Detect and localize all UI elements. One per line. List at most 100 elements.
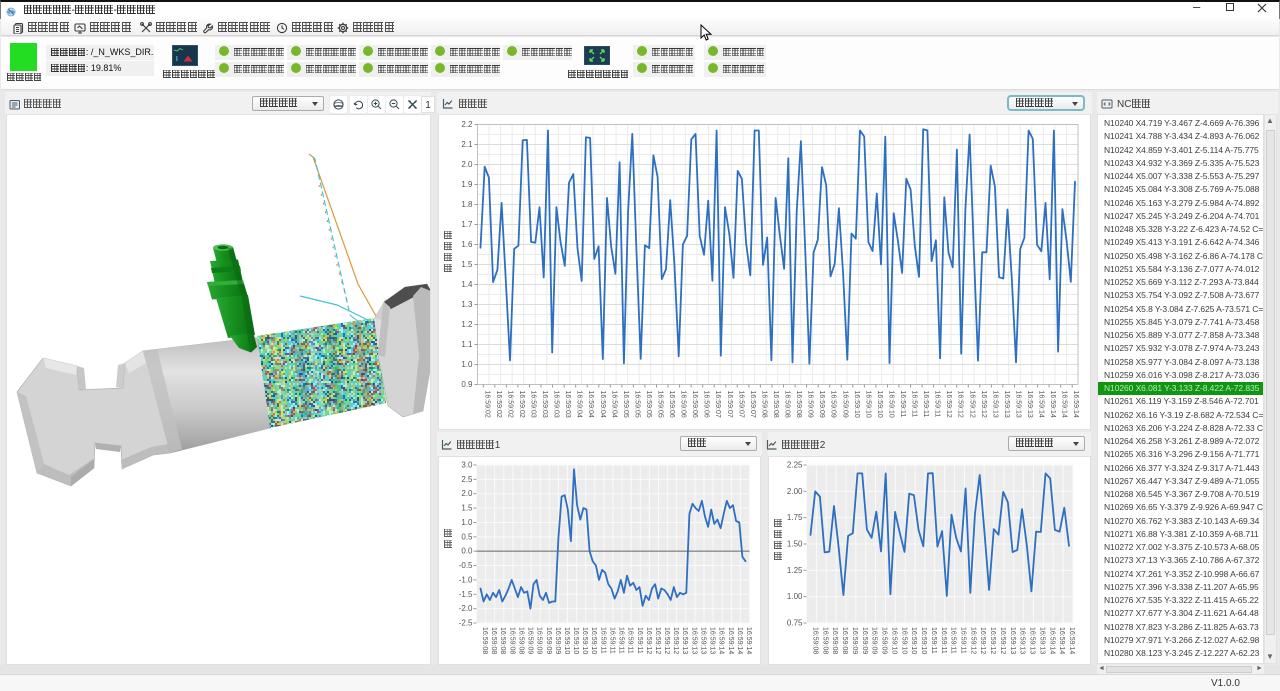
svg-text:0.75: 0.75 (787, 619, 803, 628)
svg-text:16:59:12: 16:59:12 (672, 627, 679, 654)
svg-text:16:59:07: 16:59:07 (714, 391, 721, 418)
svg-text:16:59:06: 16:59:06 (680, 391, 687, 418)
svg-text:16:59:08: 16:59:08 (772, 391, 779, 418)
svg-text:16:59:10: 16:59:10 (563, 627, 570, 654)
svg-text:16:59:14: 16:59:14 (718, 627, 725, 654)
svg-text:16:59:05: 16:59:05 (633, 391, 640, 418)
svg-text:16:59:13: 16:59:13 (1009, 627, 1016, 654)
svg-text:-0.5: -0.5 (459, 561, 473, 570)
svg-text:16:59:10: 16:59:10 (910, 627, 917, 654)
svg-text:-1.5: -1.5 (459, 590, 473, 599)
svg-text:16:59:11: 16:59:11 (911, 391, 918, 418)
svg-text:16:59:13: 16:59:13 (690, 627, 697, 654)
svg-text:1.2: 1.2 (461, 320, 473, 329)
svg-text:1.1: 1.1 (461, 340, 473, 349)
svg-text:16:59:08: 16:59:08 (508, 627, 515, 654)
svg-text:16:59:12: 16:59:12 (663, 627, 670, 654)
svg-text:16:59:12: 16:59:12 (979, 627, 986, 654)
svg-text:16:59:10: 16:59:10 (900, 627, 907, 654)
svg-text:16:59:13: 16:59:13 (991, 391, 998, 418)
svg-text:16:59:14: 16:59:14 (1068, 627, 1075, 654)
svg-text:16:59:12: 16:59:12 (957, 391, 964, 418)
svg-text:16:59:11: 16:59:11 (950, 627, 957, 654)
svg-text:-2.5: -2.5 (459, 619, 473, 628)
svg-text:2.5: 2.5 (461, 475, 473, 484)
svg-text:16:59:11: 16:59:11 (930, 627, 937, 654)
svg-text:16:59:09: 16:59:09 (545, 627, 552, 654)
svg-text:1.0: 1.0 (461, 518, 473, 527)
svg-text:1.9: 1.9 (461, 180, 473, 189)
svg-text:1.5: 1.5 (461, 504, 473, 513)
svg-text:16:59:02: 16:59:02 (495, 391, 502, 418)
svg-text:1.75: 1.75 (787, 513, 803, 522)
svg-text:16:59:02: 16:59:02 (506, 391, 513, 418)
svg-text:2.0: 2.0 (461, 160, 473, 169)
svg-text:1.6: 1.6 (461, 240, 473, 249)
svg-text:1.8: 1.8 (461, 200, 473, 209)
svg-text:16:59:12: 16:59:12 (968, 391, 975, 418)
svg-text:16:59:11: 16:59:11 (940, 627, 947, 654)
svg-text:16:59:14: 16:59:14 (1049, 391, 1056, 418)
svg-text:16:59:07: 16:59:07 (726, 391, 733, 418)
svg-text:16:59:10: 16:59:10 (590, 627, 597, 654)
svg-text:16:59:11: 16:59:11 (608, 627, 615, 654)
svg-text:16:59:04: 16:59:04 (576, 391, 583, 418)
svg-text:16:59:14: 16:59:14 (1058, 627, 1065, 654)
svg-text:16:59:11: 16:59:11 (934, 391, 941, 418)
svg-text:-2.0: -2.0 (459, 604, 473, 613)
svg-text:16:59:05: 16:59:05 (622, 391, 629, 418)
svg-text:16:59:04: 16:59:04 (599, 391, 606, 418)
svg-text:2.1: 2.1 (461, 140, 473, 149)
svg-text:16:59:09: 16:59:09 (536, 627, 543, 654)
svg-text:16:59:12: 16:59:12 (654, 627, 661, 654)
svg-text:1.7: 1.7 (461, 220, 473, 229)
svg-text:16:59:08: 16:59:08 (518, 627, 525, 654)
svg-text:16:59:10: 16:59:10 (581, 627, 588, 654)
svg-text:1.00: 1.00 (787, 592, 803, 601)
svg-text:16:59:06: 16:59:06 (703, 391, 710, 418)
svg-text:16:59:13: 16:59:13 (1039, 627, 1046, 654)
svg-text:16:59:08: 16:59:08 (821, 627, 828, 654)
svg-text:0.5: 0.5 (461, 532, 473, 541)
svg-text:16:59:12: 16:59:12 (645, 627, 652, 654)
svg-text:16:59:10: 16:59:10 (888, 391, 895, 418)
svg-text:16:59:13: 16:59:13 (1026, 391, 1033, 418)
svg-text:16:59:08: 16:59:08 (795, 391, 802, 418)
svg-text:16:59:13: 16:59:13 (681, 627, 688, 654)
svg-text:16:59:13: 16:59:13 (1015, 391, 1022, 418)
svg-text:16:59:10: 16:59:10 (876, 391, 883, 418)
svg-text:2.2: 2.2 (461, 120, 473, 129)
svg-text:16:59:14: 16:59:14 (745, 627, 752, 654)
svg-text:16:59:09: 16:59:09 (881, 627, 888, 654)
svg-text:2.0: 2.0 (461, 489, 473, 498)
svg-text:16:59:13: 16:59:13 (1029, 627, 1036, 654)
svg-text:16:59:10: 16:59:10 (890, 627, 897, 654)
svg-text:16:59:08: 16:59:08 (760, 391, 767, 418)
svg-text:16:59:08: 16:59:08 (831, 627, 838, 654)
svg-text:16:59:11: 16:59:11 (922, 391, 929, 418)
svg-text:16:59:12: 16:59:12 (945, 391, 952, 418)
svg-text:16:59:09: 16:59:09 (851, 627, 858, 654)
svg-text:16:59:04: 16:59:04 (587, 391, 594, 418)
svg-text:16:59:12: 16:59:12 (980, 391, 987, 418)
svg-text:16:59:14: 16:59:14 (1048, 627, 1055, 654)
svg-text:16:59:12: 16:59:12 (969, 627, 976, 654)
svg-text:16:59:09: 16:59:09 (807, 391, 814, 418)
svg-text:16:59:03: 16:59:03 (553, 391, 560, 418)
svg-text:16:59:04: 16:59:04 (610, 391, 617, 418)
svg-text:16:59:10: 16:59:10 (572, 627, 579, 654)
svg-text:16:59:13: 16:59:13 (1003, 391, 1010, 418)
svg-text:16:59:08: 16:59:08 (481, 627, 488, 654)
svg-text:1.25: 1.25 (787, 566, 803, 575)
svg-text:16:59:10: 16:59:10 (853, 391, 860, 418)
svg-text:16:59:13: 16:59:13 (699, 627, 706, 654)
svg-text:16:59:08: 16:59:08 (841, 627, 848, 654)
svg-text:16:59:09: 16:59:09 (554, 627, 561, 654)
svg-text:16:59:02: 16:59:02 (518, 391, 525, 418)
svg-text:16:59:11: 16:59:11 (599, 627, 606, 654)
svg-text:16:59:09: 16:59:09 (841, 391, 848, 418)
svg-text:16:59:09: 16:59:09 (830, 391, 837, 418)
svg-text:16:59:06: 16:59:06 (668, 391, 675, 418)
svg-text:2.00: 2.00 (787, 487, 803, 496)
svg-text:0.0: 0.0 (461, 547, 473, 556)
